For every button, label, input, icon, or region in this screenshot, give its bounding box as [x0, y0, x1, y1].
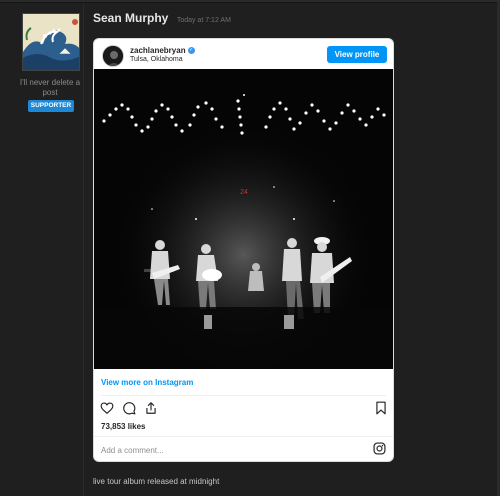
bookmark-icon[interactable]	[374, 401, 388, 415]
instagram-embed: zachlanebryan ✓ Tulsa, Oklahoma View prof…	[93, 38, 394, 462]
ig-username[interactable]: zachlanebryan ✓	[130, 46, 195, 55]
ig-profile-avatar[interactable]	[102, 45, 124, 67]
ig-actions-bar	[100, 401, 390, 415]
ig-location[interactable]: Tulsa, Oklahoma	[130, 56, 183, 63]
concert-photo-icon: 24	[94, 69, 393, 369]
wave-painting-avatar-icon	[23, 14, 79, 70]
post-timestamp[interactable]: Today at 7:12 AM	[177, 17, 231, 24]
avatar[interactable]	[22, 13, 80, 71]
share-icon[interactable]	[144, 401, 158, 415]
comment-icon[interactable]	[122, 401, 136, 415]
user-title-line1: I'll never delete a	[19, 78, 81, 87]
instagram-logo-icon[interactable]	[373, 442, 386, 455]
ig-avatar-photo-icon	[103, 46, 123, 66]
view-profile-button[interactable]: View profile	[327, 46, 387, 63]
post-header: Sean Murphy Today at 7:12 AM	[93, 9, 231, 27]
user-title-line2: post	[42, 88, 58, 97]
photo-overlay-text: 24	[240, 189, 248, 196]
supporter-badge: SUPPORTER	[28, 100, 74, 112]
author-name[interactable]: Sean Murphy	[93, 11, 168, 25]
likes-count: 73,853 likes	[101, 422, 146, 431]
user-title: I'll never delete a post	[14, 78, 86, 98]
ig-header: zachlanebryan ✓ Tulsa, Oklahoma View prof…	[94, 39, 393, 69]
view-more-link[interactable]: View more on Instagram	[101, 378, 193, 387]
user-info-column: I'll never delete a post SUPPORTER	[0, 3, 84, 496]
post-caption: live tour album released at midnight	[93, 477, 220, 486]
divider	[101, 395, 386, 396]
ig-username-text: zachlanebryan	[130, 46, 186, 55]
verified-badge-icon: ✓	[187, 47, 195, 55]
comment-input[interactable]	[101, 443, 351, 457]
divider	[94, 436, 393, 437]
heart-icon[interactable]	[100, 401, 114, 415]
ig-photo[interactable]: 24	[94, 69, 393, 369]
